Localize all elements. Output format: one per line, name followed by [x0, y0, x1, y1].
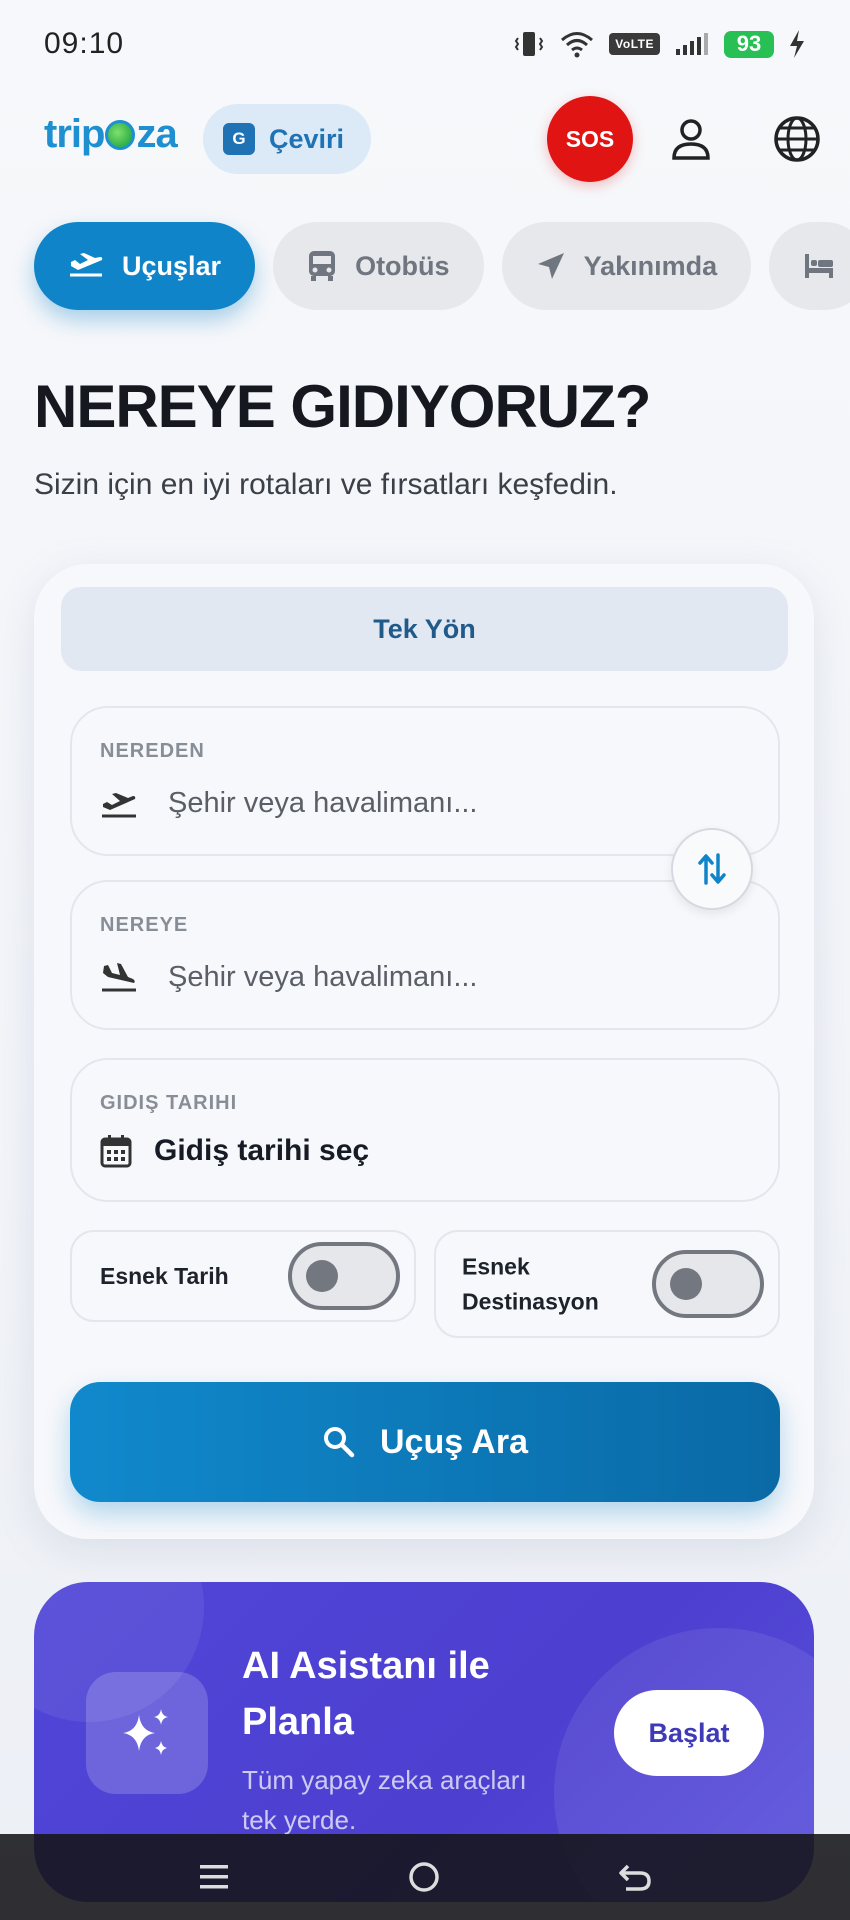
system-navigation-bar — [0, 1834, 850, 1920]
switch-knob — [670, 1268, 702, 1300]
ai-description-line1: Tüm yapay zeka araçları — [242, 1765, 527, 1795]
hotel-bed-icon — [805, 254, 834, 278]
wifi-icon — [561, 32, 594, 58]
departure-date-field[interactable]: GIDIŞ TARIHI Gidiş tarihi seç — [70, 1058, 780, 1202]
flexible-destination-label-line1: Esnek — [462, 1253, 530, 1280]
hero-title: NEREYE GIDIYORUZ? — [34, 373, 651, 440]
from-row — [100, 786, 728, 820]
tab-bus-label: Otobüs — [355, 250, 450, 281]
hero-subtitle: Sizin için en iyi rotaları ve fırsatları… — [34, 468, 618, 501]
ai-title: AI Asistanı ile Planla — [242, 1638, 542, 1750]
tab-bus[interactable]: Otobüs — [273, 222, 484, 310]
trip-type-one-way[interactable]: Tek Yön — [61, 587, 788, 671]
back-icon[interactable] — [618, 1862, 652, 1892]
ai-title-line1: AI Asistanı ile — [242, 1645, 490, 1687]
flexible-date-switch[interactable] — [288, 1242, 400, 1310]
date-label: GIDIŞ TARIHI — [100, 1092, 238, 1114]
plane-icon — [70, 253, 103, 277]
swap-button[interactable] — [671, 828, 753, 910]
status-bar: 09:10 VoLTE 93 — [0, 0, 850, 88]
home-icon[interactable] — [407, 1860, 441, 1894]
logo-suffix: za — [136, 112, 177, 156]
vibrate-icon — [515, 32, 544, 56]
tab-nearby[interactable]: Yakınımda — [501, 222, 752, 310]
search-button-label: Uçuş Ara — [379, 1422, 529, 1461]
from-label: NEREDEN — [100, 740, 205, 762]
search-icon — [323, 1427, 355, 1458]
logo-globe-icon — [105, 119, 136, 150]
landing-icon — [102, 963, 136, 992]
date-row: Gidiş tarihi seç — [100, 1134, 369, 1168]
tab-flights[interactable]: Uçuşlar — [34, 222, 256, 310]
recent-apps-icon[interactable] — [198, 1862, 230, 1892]
date-value: Gidiş tarihi seç — [154, 1134, 370, 1167]
flexible-date-label: Esnek Tarih — [100, 1262, 229, 1289]
to-row — [100, 960, 728, 994]
app-screen: 09:10 VoLTE 93 trip za G Çeviri SOS Uçuş… — [0, 0, 850, 1920]
bus-icon — [309, 251, 336, 281]
ai-description: Tüm yapay zeka araçları tek yerde. — [242, 1760, 572, 1840]
flexible-destination-switch[interactable] — [652, 1250, 764, 1318]
flexible-date-option: Esnek Tarih — [70, 1230, 416, 1322]
takeoff-icon — [102, 793, 136, 818]
language-globe-icon[interactable] — [772, 114, 822, 164]
sparkles-icon — [123, 1709, 168, 1755]
category-tabs: Uçuşlar Otobüs Yakınımda — [34, 222, 850, 310]
battery-indicator: 93 — [724, 30, 774, 58]
search-flights-button[interactable]: Uçuş Ara — [70, 1382, 780, 1502]
charging-icon — [790, 30, 804, 58]
logo-prefix: trip — [44, 112, 105, 156]
tripoza-logo[interactable]: trip za — [44, 112, 178, 157]
tab-flights-label: Uçuşlar — [122, 250, 222, 281]
flexible-destination-label: Esnek Destinasyon — [462, 1250, 599, 1319]
tab-nearby-label: Yakınımda — [583, 250, 718, 281]
ai-description-line2: tek yerde. — [242, 1805, 357, 1835]
from-input[interactable] — [168, 786, 728, 820]
volte-badge: VoLTE — [609, 33, 660, 55]
to-input[interactable] — [168, 960, 728, 994]
navigation-icon — [537, 253, 564, 279]
translate-button[interactable]: G Çeviri — [203, 104, 371, 174]
sos-button[interactable]: SOS — [547, 96, 633, 182]
app-header: trip za G Çeviri SOS — [0, 96, 850, 186]
to-field[interactable]: NEREYE — [70, 880, 780, 1030]
translate-icon: G — [223, 123, 255, 155]
profile-icon[interactable] — [668, 116, 714, 162]
swap-vertical-icon — [698, 853, 726, 885]
switch-knob — [306, 1260, 338, 1292]
to-label: NEREYE — [100, 914, 189, 936]
translate-label: Çeviri — [269, 123, 345, 154]
flexible-destination-option: Esnek Destinasyon — [434, 1230, 780, 1338]
tab-hotels[interactable] — [769, 222, 850, 310]
flexible-destination-label-line2: Destinasyon — [462, 1288, 599, 1314]
flight-search-card: Tek Yön NEREDEN NEREYE — [34, 564, 814, 1539]
status-icons: VoLTE 93 — [513, 29, 806, 59]
ai-title-line2: Planla — [242, 1701, 354, 1743]
ai-icon-box — [86, 1672, 208, 1794]
status-time: 09:10 — [44, 27, 125, 60]
signal-icon — [676, 33, 708, 55]
ai-start-button[interactable]: Başlat — [614, 1690, 764, 1776]
from-field[interactable]: NEREDEN — [70, 706, 780, 856]
calendar-icon — [100, 1135, 132, 1168]
